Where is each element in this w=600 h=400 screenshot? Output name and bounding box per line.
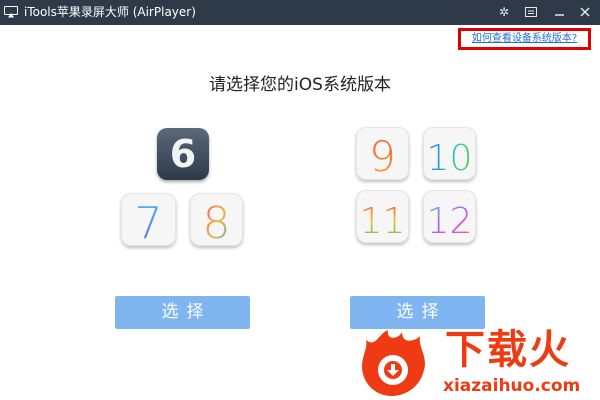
- watermark-brand: 下载火: [445, 327, 571, 373]
- ios12-glyph: 12: [427, 201, 473, 242]
- ios9-glyph: 9: [369, 132, 396, 180]
- ios6-label: 6: [169, 132, 197, 176]
- ios8-tile[interactable]: 8: [190, 193, 243, 246]
- ios6-tile[interactable]: 6: [157, 128, 209, 180]
- check-version-help-link[interactable]: 如何查看设备系统版本?: [461, 31, 588, 47]
- ios7-glyph: 7: [135, 198, 163, 246]
- page-title: 请选择您的iOS系统版本: [209, 75, 391, 95]
- svg-text:10: 10: [427, 138, 473, 179]
- ios10-glyph: 10: [427, 138, 473, 179]
- ios12-tile[interactable]: 12: [423, 190, 476, 243]
- help-highlight-box: 如何查看设备系统版本?: [458, 28, 591, 50]
- flame-logo-icon: [362, 330, 425, 396]
- ios10-tile[interactable]: 10: [423, 127, 476, 180]
- window-title: iTools苹果录屏大师 (AirPlayer): [24, 5, 196, 19]
- svg-text:7: 7: [135, 198, 163, 246]
- airplay-icon: [4, 6, 18, 18]
- title-bar: iTools苹果录屏大师 (AirPlayer) ✲: [0, 0, 600, 25]
- minimize-icon[interactable]: [550, 3, 568, 21]
- ios11-glyph: 11: [360, 201, 406, 242]
- svg-text:12: 12: [427, 201, 473, 242]
- svg-text:9: 9: [369, 132, 396, 180]
- svg-text:8: 8: [203, 198, 231, 246]
- close-icon[interactable]: [576, 3, 594, 21]
- watermark-url: xiazaihuo.com: [443, 376, 581, 396]
- ios7-tile[interactable]: 7: [121, 193, 176, 246]
- select-button-left[interactable]: 选择: [115, 296, 250, 329]
- svg-text:11: 11: [360, 201, 406, 242]
- ios11-tile[interactable]: 11: [356, 190, 409, 243]
- window-menu-icon[interactable]: [522, 3, 540, 21]
- ios9-tile[interactable]: 9: [356, 127, 409, 180]
- gear-icon[interactable]: ✲: [495, 3, 513, 21]
- watermark: 下载火 xiazaihuo.com: [350, 322, 600, 400]
- ios8-glyph: 8: [203, 198, 231, 246]
